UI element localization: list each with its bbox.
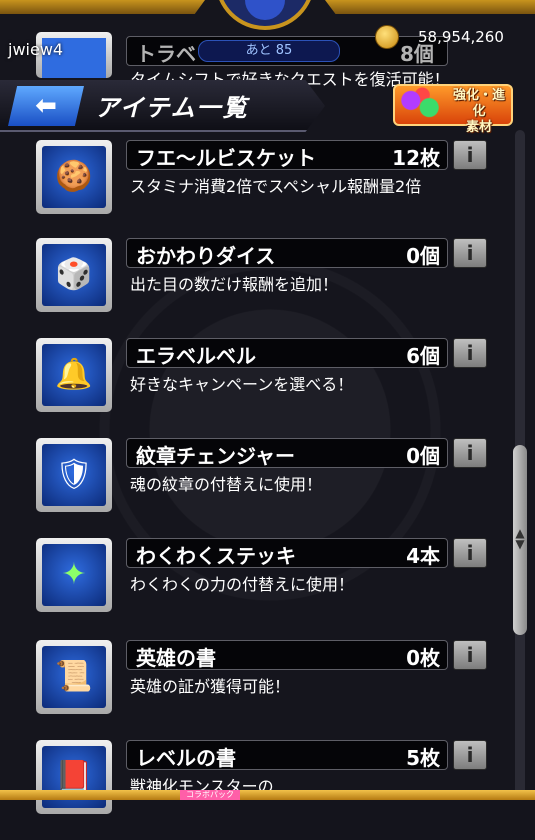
scroll-grip-icon: ▲ ▼ <box>515 526 525 551</box>
item-count: 12枚 <box>392 146 440 170</box>
item-name: おかわりダイス <box>136 244 276 268</box>
hero-scroll-icon: 📜 <box>42 646 106 708</box>
bottom-tab-bar[interactable] <box>0 790 535 800</box>
info-icon: i <box>466 743 474 767</box>
info-icon: i <box>466 241 474 265</box>
bell-icon: 🔔 <box>42 344 106 406</box>
item-name: トラベ <box>136 42 196 66</box>
coin-icon <box>375 25 399 49</box>
item-count: 0個 <box>406 244 440 268</box>
item-name: フエ〜ルビスケット <box>136 146 316 170</box>
list-item[interactable]: ✦ わくわくステッキ 4本 i わくわくの力の付替えに使用！ <box>0 538 510 638</box>
list-item[interactable]: 📜 英雄の書 0枚 i 英雄の証が獲得可能！ <box>0 640 510 740</box>
back-arrow-icon: ⬅ <box>35 91 57 121</box>
item-count: 4本 <box>406 544 440 568</box>
item-description: わくわくの力の付替えに使用！ <box>130 575 355 594</box>
coin-amount: 58,954,260 <box>418 28 504 46</box>
biscuit-icon: 🍪 <box>42 146 106 208</box>
list-item[interactable]: 🎲 おかわりダイス 0個 i 出た目の数だけ報酬を追加！ <box>0 238 510 338</box>
item-description: 魂の紋章の付替えに使用！ <box>130 475 323 494</box>
username: jwiew4 <box>8 40 64 59</box>
stamina-timer: あと 85 <box>198 40 340 62</box>
item-description: 出た目の数だけ報酬を追加！ <box>130 275 339 294</box>
dice-icon: 🎲 <box>42 244 106 306</box>
info-icon: i <box>466 341 474 365</box>
list-item[interactable]: 🔔 エラベルベル 6個 i 好きなキャンペーンを選べる！ <box>0 338 510 438</box>
item-count: 0個 <box>406 444 440 468</box>
item-count: 6個 <box>406 344 440 368</box>
evolve-materials-label: 強化・進化 素材 <box>447 88 511 136</box>
item-description: スタミナ消費2倍でスペシャル報酬量2倍 <box>130 177 422 196</box>
info-icon: i <box>466 441 474 465</box>
item-description: 好きなキャンペーンを選べる！ <box>130 375 354 394</box>
item-name: 英雄の書 <box>136 646 216 670</box>
item-description: 英雄の証が獲得可能！ <box>130 677 291 696</box>
collab-pack-tab[interactable]: コラボパック <box>180 790 240 800</box>
material-orbs-icon <box>397 86 443 122</box>
wand-icon: ✦ <box>42 544 106 606</box>
item-name: エラベルベル <box>136 344 256 368</box>
evolve-label-line1: 強化・進化 <box>452 88 505 119</box>
item-count: 5枚 <box>406 746 440 770</box>
emblem-changer-icon: 🛡 <box>42 444 106 506</box>
info-icon: i <box>466 643 474 667</box>
item-name: 紋章チェンジャー <box>136 444 295 468</box>
list-item[interactable]: 🍪 フエ〜ルビスケット 12枚 i スタミナ消費2倍でスペシャル報酬量2倍 <box>0 140 510 240</box>
item-count: 0枚 <box>406 646 440 670</box>
item-name: わくわくステッキ <box>136 544 296 568</box>
page-title: アイテム一覧 <box>95 94 249 122</box>
info-icon: i <box>466 143 474 167</box>
item-name: レベルの書 <box>136 746 236 770</box>
info-icon: i <box>466 541 474 565</box>
list-item[interactable]: 🛡 紋章チェンジャー 0個 i 魂の紋章の付替えに使用！ <box>0 438 510 538</box>
evolve-label-line2: 素材 <box>465 120 492 135</box>
